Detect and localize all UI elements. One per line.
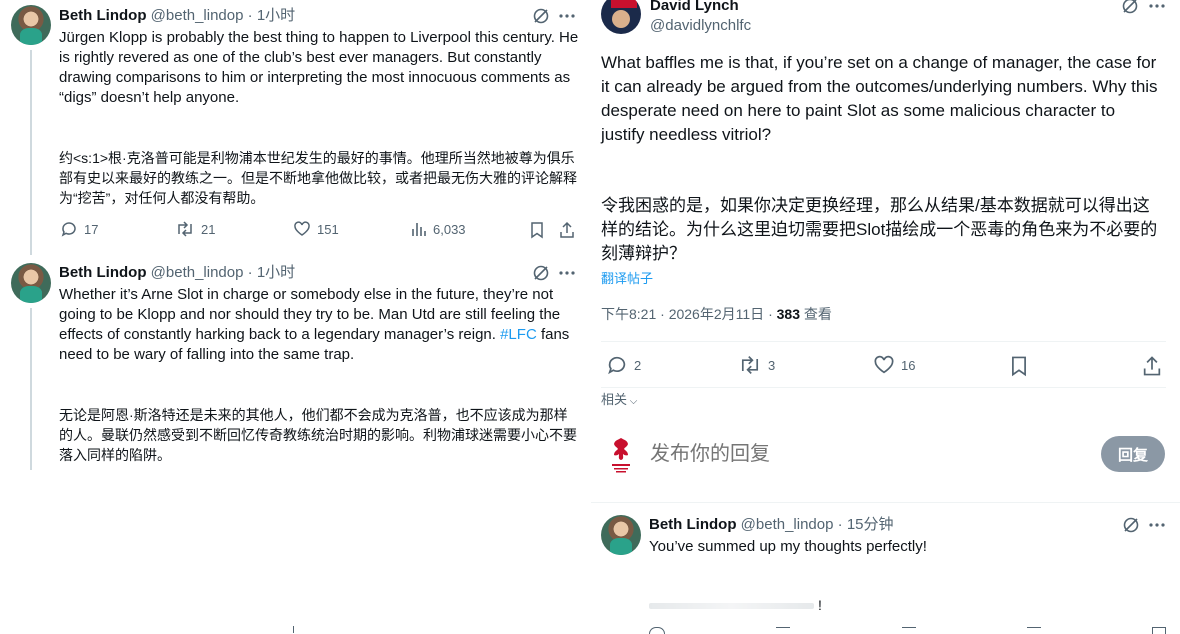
retweet-count: 21: [201, 221, 216, 237]
cutoff-action-row: [649, 627, 1166, 634]
views-button[interactable]: 6,033: [411, 220, 466, 238]
user-handle[interactable]: @davidlynchlfc: [650, 17, 751, 35]
blurred-media-strip: [649, 603, 814, 609]
thread-connector: [30, 50, 32, 255]
tweet-text-zh: 约<s:1>根·克洛普可能是利物浦本世纪发生的最好的事情。他理所当然地被尊为俱乐…: [59, 150, 577, 206]
reply-count: 2: [634, 357, 642, 373]
separator: ·: [837, 516, 843, 533]
chevron-down-icon: ⌵: [627, 396, 638, 407]
avatar[interactable]: [601, 0, 641, 34]
tweet-text-en: What baffles me is that, if you’re set o…: [601, 53, 1158, 144]
timestamp[interactable]: 15分钟: [847, 516, 894, 533]
divider: [601, 341, 1166, 342]
avatar[interactable]: [601, 515, 641, 555]
display-name[interactable]: Beth Lindop: [59, 7, 146, 24]
user-handle[interactable]: @beth_lindop: [151, 264, 244, 281]
grok-icon[interactable]: [1121, 0, 1139, 15]
tweet-text-en: Whether it’s Arne Slot in charge or some…: [59, 285, 579, 365]
tweet-text-en: Jürgen Klopp is probably the best thing …: [59, 29, 583, 106]
tweet-text: You’ve summed up my thoughts perfectly!: [649, 538, 927, 555]
display-name[interactable]: Beth Lindop: [649, 516, 736, 533]
display-name[interactable]: David Lynch: [650, 0, 739, 15]
trailing-text: !: [818, 597, 822, 613]
tweet-header: Beth Lindop @beth_lindop · 15分钟: [649, 516, 894, 534]
like-button[interactable]: 16: [873, 354, 915, 376]
separator: ·: [660, 306, 665, 322]
more-icon[interactable]: [558, 7, 576, 25]
tweet-text-zh: 无论是阿恩·斯洛特还是未来的其他人，他们都不会成为克洛普，也不应该成为那样的人。…: [59, 407, 577, 463]
reply-button[interactable]: 2: [606, 354, 641, 376]
tweet-header: Beth Lindop @beth_lindop · 1小时: [59, 264, 295, 282]
view-count: 6,033: [433, 221, 466, 237]
reply-count: 17: [84, 221, 99, 237]
heart-icon: [293, 220, 311, 238]
related-toggle[interactable]: 相关 ⌵: [601, 389, 637, 408]
heart-icon: [873, 354, 895, 376]
like-button[interactable]: 151: [293, 220, 339, 238]
translate-post-link[interactable]: 翻译帖子: [601, 268, 653, 287]
divider: [591, 502, 1180, 503]
views-icon: [411, 220, 427, 238]
share-icon[interactable]: [559, 221, 575, 239]
display-name[interactable]: Beth Lindop: [59, 264, 146, 281]
post-date[interactable]: 2026年2月11日: [669, 306, 764, 322]
liverpool-crest-avatar: [605, 435, 637, 475]
divider: [601, 387, 1166, 388]
bookmark-icon[interactable]: [529, 221, 545, 239]
avatar-face: [612, 10, 630, 28]
user-handle[interactable]: @beth_lindop: [741, 516, 834, 533]
tweet-header: Beth Lindop @beth_lindop · 1小时: [59, 7, 295, 25]
retweet-button[interactable]: 3: [738, 354, 775, 376]
share-icon[interactable]: [1142, 355, 1162, 377]
views-label: 查看: [803, 306, 832, 322]
bottom-divider-tick: [293, 626, 294, 633]
reply-icon: [606, 354, 628, 376]
like-count: 151: [317, 221, 339, 237]
timestamp[interactable]: 1小时: [257, 264, 295, 281]
related-label: 相关: [601, 392, 628, 407]
post-time[interactable]: 下午8:21: [601, 306, 656, 322]
separator: ·: [247, 7, 253, 24]
reply-icon: [60, 220, 78, 238]
retweet-button[interactable]: 21: [175, 220, 215, 238]
reply-submit-button[interactable]: 回复: [1101, 436, 1165, 472]
hashtag-link[interactable]: #LFC: [500, 326, 537, 343]
grok-icon[interactable]: [532, 264, 550, 282]
post-meta: 下午8:21 · 2026年2月11日 · 383 查看: [601, 304, 832, 324]
grok-icon[interactable]: [1122, 516, 1140, 534]
grok-icon[interactable]: [532, 7, 550, 25]
retweet-icon: [738, 354, 762, 376]
separator: ·: [247, 264, 253, 281]
thread-connector: [30, 308, 32, 470]
more-icon[interactable]: [558, 264, 576, 282]
retweet-count: 3: [768, 357, 776, 373]
more-icon[interactable]: [1148, 0, 1166, 15]
tweet-text-en-part: Whether it’s Arne Slot in charge or some…: [59, 286, 565, 343]
avatar[interactable]: [11, 263, 51, 303]
bookmark-icon[interactable]: [1009, 355, 1029, 377]
avatar[interactable]: [11, 5, 51, 45]
like-count: 16: [901, 357, 916, 373]
reply-input[interactable]: [650, 440, 1080, 468]
separator: ·: [768, 306, 773, 322]
more-icon[interactable]: [1148, 516, 1166, 534]
view-count: 383: [776, 306, 800, 322]
tweet-text-zh: 令我困惑的是，如果你决定更换经理，那么从结果/基本数据就可以得出这样的结论。为什…: [601, 196, 1158, 263]
avatar-badge: [611, 0, 637, 8]
timestamp[interactable]: 1小时: [257, 7, 295, 24]
retweet-icon: [175, 220, 195, 238]
reply-button[interactable]: 17: [60, 220, 98, 238]
user-handle[interactable]: @beth_lindop: [151, 7, 244, 24]
